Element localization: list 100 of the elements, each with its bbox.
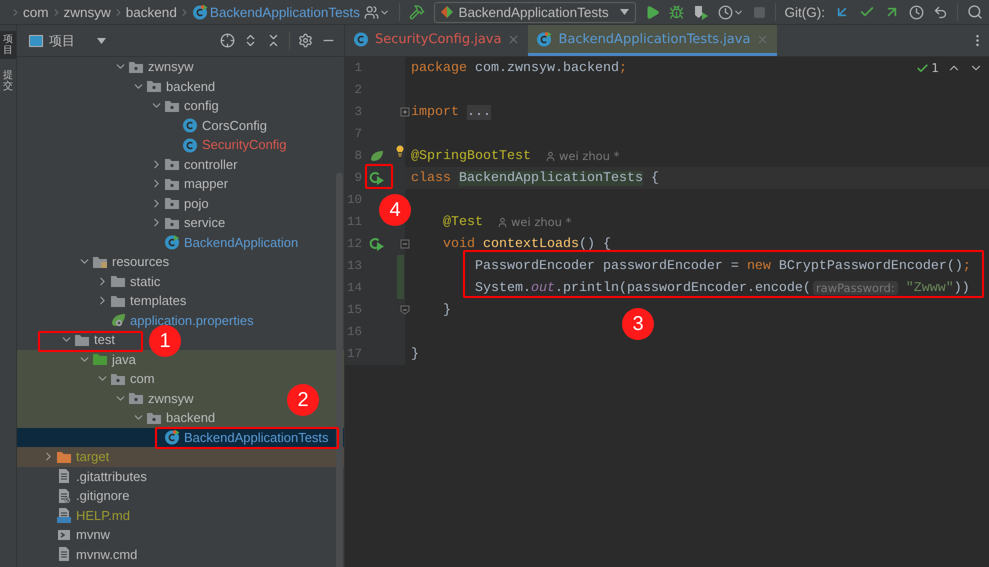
- code-text: "Zwww")): [906, 280, 970, 296]
- lightbulb-icon[interactable]: [394, 145, 406, 157]
- class-icon: [182, 136, 198, 153]
- package-icon: [110, 372, 126, 386]
- hammer-icon[interactable]: [408, 4, 424, 20]
- tree-item[interactable]: .gitattributes: [76, 468, 147, 484]
- class-icon: [182, 117, 198, 134]
- tree-item[interactable]: mvnw.cmd: [76, 546, 138, 562]
- tool-window-tab[interactable]: 提交: [0, 67, 16, 95]
- shield-icon[interactable]: [692, 4, 708, 20]
- users-icon[interactable]: [364, 4, 390, 20]
- package-icon: [128, 391, 144, 406]
- package-icon: [164, 157, 180, 172]
- class-icon: [353, 31, 369, 47]
- package-icon: [128, 60, 144, 74]
- undo-icon[interactable]: [933, 4, 948, 20]
- check-icon[interactable]: [916, 62, 930, 74]
- run-icon[interactable]: [368, 237, 384, 251]
- class-icon: [192, 4, 208, 20]
- tree-item[interactable]: resources: [112, 254, 170, 270]
- breadcrumb-item[interactable]: zwnsyw: [64, 4, 111, 20]
- tool-window-tab[interactable]: 项目: [0, 31, 16, 59]
- run-icon[interactable]: [644, 4, 660, 20]
- folder-icon: [92, 352, 108, 366]
- bug-icon[interactable]: [668, 4, 684, 20]
- clock-icon[interactable]: [718, 4, 744, 20]
- folder-icon: [56, 450, 72, 464]
- user-icon: [544, 150, 556, 162]
- package-icon: [146, 79, 162, 94]
- folder-icon: [92, 254, 108, 269]
- author-hint[interactable]: wei zhou *: [558, 149, 620, 163]
- file-icon: [56, 488, 72, 504]
- diamond-icon: [440, 6, 452, 18]
- tree-item[interactable]: mvnw: [76, 527, 110, 542]
- package-icon: [164, 98, 180, 113]
- tree-item[interactable]: static: [130, 274, 160, 289]
- highlight-frame: [365, 164, 393, 189]
- package-icon: [164, 196, 180, 210]
- tree-item[interactable]: controller: [184, 156, 238, 172]
- run-icon[interactable]: [368, 171, 384, 185]
- tree-item[interactable]: BackendApplication: [184, 234, 298, 250]
- tree-item[interactable]: config: [184, 98, 219, 114]
- close-icon[interactable]: [507, 32, 520, 46]
- class-icon: [164, 429, 180, 446]
- code-text: @SpringBootTest: [411, 148, 531, 164]
- fold-icon[interactable]: [400, 239, 410, 249]
- parameter-hint: rawPassword:: [812, 281, 898, 295]
- file-icon: [56, 468, 72, 484]
- inspection-count[interactable]: 1: [931, 61, 939, 75]
- tree-item[interactable]: HELP.md: [76, 508, 130, 523]
- tree-item[interactable]: test: [94, 332, 115, 348]
- settings-icon[interactable]: [298, 33, 313, 48]
- tree-item[interactable]: zwnsyw: [148, 390, 194, 406]
- code-text: @Test: [442, 214, 483, 230]
- user-icon: [496, 216, 508, 228]
- tree-item[interactable]: target: [76, 449, 110, 464]
- tree-item[interactable]: templates: [130, 293, 186, 308]
- code-text: import ...: [411, 104, 491, 120]
- file-icon: [56, 507, 72, 524]
- locate-icon[interactable]: [220, 33, 235, 48]
- breadcrumb-item[interactable]: backend: [126, 4, 177, 20]
- leaf-icon: [110, 312, 126, 328]
- project-view-dropdown[interactable]: 项目: [29, 32, 106, 50]
- tree-item[interactable]: mapper: [184, 176, 228, 192]
- breadcrumb-item[interactable]: com: [23, 4, 49, 20]
- folder-icon: [110, 294, 126, 308]
- package-icon: [164, 176, 180, 191]
- file-icon: [56, 546, 72, 562]
- history-icon[interactable]: [909, 4, 924, 20]
- fold-icon[interactable]: [400, 107, 410, 117]
- folder-icon: [110, 274, 126, 288]
- caret-icon: [97, 38, 106, 44]
- code-text: }: [442, 302, 451, 318]
- code-text: PasswordEncoder passwordEncoder = new BCryptPasswordEncoder();: [474, 258, 971, 274]
- tree-item[interactable]: application.properties: [130, 312, 254, 328]
- git-label: Git(G):: [784, 4, 825, 20]
- scrollbar[interactable]: [336, 173, 343, 567]
- package-icon: [146, 410, 162, 425]
- author-hint[interactable]: wei zhou *: [510, 215, 572, 229]
- tree-item[interactable]: service: [184, 215, 226, 230]
- leaf-icon[interactable]: [370, 150, 384, 162]
- breadcrumb-item[interactable]: BackendApplicationTests: [210, 4, 360, 20]
- tree-item[interactable]: pojo: [184, 196, 209, 211]
- tree-item[interactable]: backend: [166, 78, 216, 94]
- class-icon: [164, 234, 180, 250]
- caret-icon: [620, 9, 628, 15]
- tree-item[interactable]: com: [130, 371, 155, 386]
- search-icon[interactable]: [967, 4, 983, 20]
- tree-item[interactable]: zwnsyw: [148, 59, 194, 74]
- code-text: System.out.println(passwordEncoder.encode(: [474, 280, 811, 296]
- run-configuration-dropdown[interactable]: BackendApplicationTests: [434, 2, 636, 22]
- window-icon: [29, 34, 43, 46]
- tree-item[interactable]: backend: [166, 410, 216, 426]
- tree-item[interactable]: CorsConfig: [202, 118, 268, 133]
- fold-icon[interactable]: [400, 305, 410, 315]
- tree-item[interactable]: java: [112, 352, 136, 367]
- package-icon: [164, 216, 180, 230]
- code-text: class BackendApplicationTests {: [411, 170, 659, 186]
- code-text: void contextLoads() {: [442, 236, 611, 252]
- tree-item[interactable]: .gitignore: [76, 488, 130, 504]
